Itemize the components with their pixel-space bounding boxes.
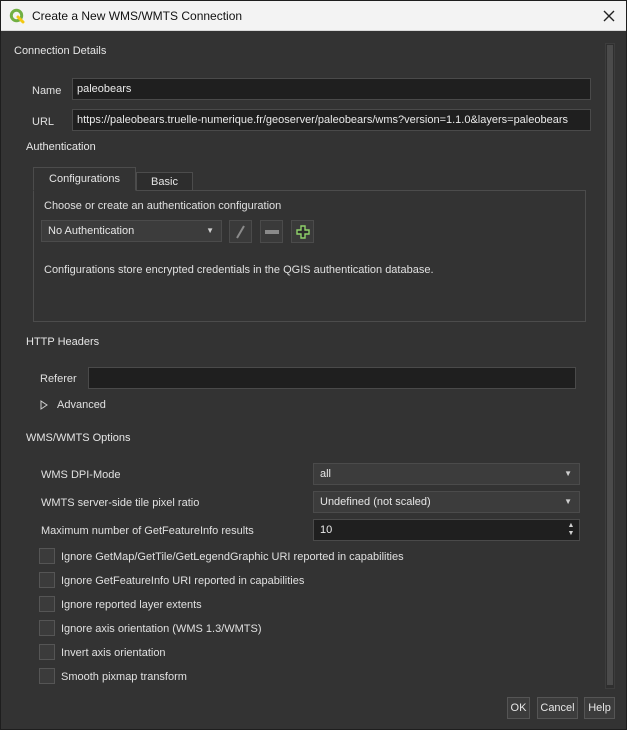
close-icon[interactable] [600,7,618,25]
tile-ratio-selected: Undefined (not scaled) [320,496,431,508]
ignore-layer-extents-checkbox[interactable] [39,596,55,612]
referer-input[interactable] [88,367,576,389]
dialog-window: Create a New WMS/WMTS Connection Connect… [0,0,627,730]
auth-config-select[interactable]: No Authentication ▼ [41,220,222,242]
vertical-scrollbar[interactable] [605,43,615,689]
chevron-down-icon: ▼ [564,469,572,478]
ignore-getmap-uri-label: Ignore GetMap/GetTile/GetLegendGraphic U… [61,551,404,563]
advanced-toggle[interactable]: Advanced [40,399,120,413]
url-label: URL [32,116,55,128]
smooth-pixmap-label: Smooth pixmap transform [61,671,187,683]
remove-auth-button[interactable] [260,220,283,243]
referer-label: Referer [40,373,77,385]
url-input[interactable]: https://paleobears.truelle-numerique.fr/… [72,109,591,131]
name-input[interactable]: paleobears [72,78,591,100]
window-title: Create a New WMS/WMTS Connection [32,9,243,23]
name-label: Name [32,85,62,97]
chevron-down-icon: ▼ [206,226,214,235]
edit-pencil-icon [235,224,245,239]
ignore-getmap-uri-checkbox[interactable] [39,548,55,564]
ignore-axis-orientation-label: Ignore axis orientation (WMS 1.3/WMTS) [61,623,262,635]
add-icon [295,224,310,239]
add-auth-button[interactable] [291,220,314,243]
ignore-layer-extents-label: Ignore reported layer extents [61,599,202,611]
smooth-pixmap-checkbox[interactable] [39,668,55,684]
ignore-getfeatureinfo-uri-checkbox[interactable] [39,572,55,588]
tile-ratio-select[interactable]: Undefined (not scaled) ▼ [313,491,580,513]
remove-icon [264,229,279,234]
max-results-value: 10 [320,524,333,536]
max-results-spinbox[interactable]: 10 ▲ ▼ [313,519,580,541]
cancel-button[interactable]: Cancel [537,697,578,719]
tab-configurations[interactable]: Configurations [33,167,136,191]
http-headers-heading: HTTP Headers [26,336,100,348]
expand-arrow-icon [40,400,48,410]
dpi-mode-label: WMS DPI-Mode [41,469,121,481]
tile-ratio-label: WMTS server-side tile pixel ratio [41,497,200,509]
ignore-axis-orientation-checkbox[interactable] [39,620,55,636]
dpi-mode-selected: all [320,468,332,480]
advanced-label: Advanced [57,399,106,411]
dpi-mode-select[interactable]: all ▼ [313,463,580,485]
authentication-heading: Authentication [26,141,96,153]
scrollbar-thumb[interactable] [607,45,613,685]
connection-details-heading: Connection Details [14,45,107,57]
wms-options-heading: WMS/WMTS Options [26,432,131,444]
spin-arrows-icon[interactable]: ▲ ▼ [566,522,576,538]
tab-basic[interactable]: Basic [136,172,193,191]
auth-info-text: Configurations store encrypted credentia… [44,264,434,276]
ok-button[interactable]: OK [507,697,530,719]
invert-axis-orientation-label: Invert axis orientation [61,647,166,659]
help-button[interactable]: Help [584,697,615,719]
max-results-label: Maximum number of GetFeatureInfo results [41,525,254,537]
edit-auth-button[interactable] [229,220,252,243]
qgis-logo-icon [9,8,25,24]
chevron-down-icon: ▼ [564,497,572,506]
auth-prompt-label: Choose or create an authentication confi… [44,200,282,212]
auth-config-selected: No Authentication [48,225,135,237]
ignore-getfeatureinfo-uri-label: Ignore GetFeatureInfo URI reported in ca… [61,575,305,587]
invert-axis-orientation-checkbox[interactable] [39,644,55,660]
title-bar: Create a New WMS/WMTS Connection [1,1,626,31]
